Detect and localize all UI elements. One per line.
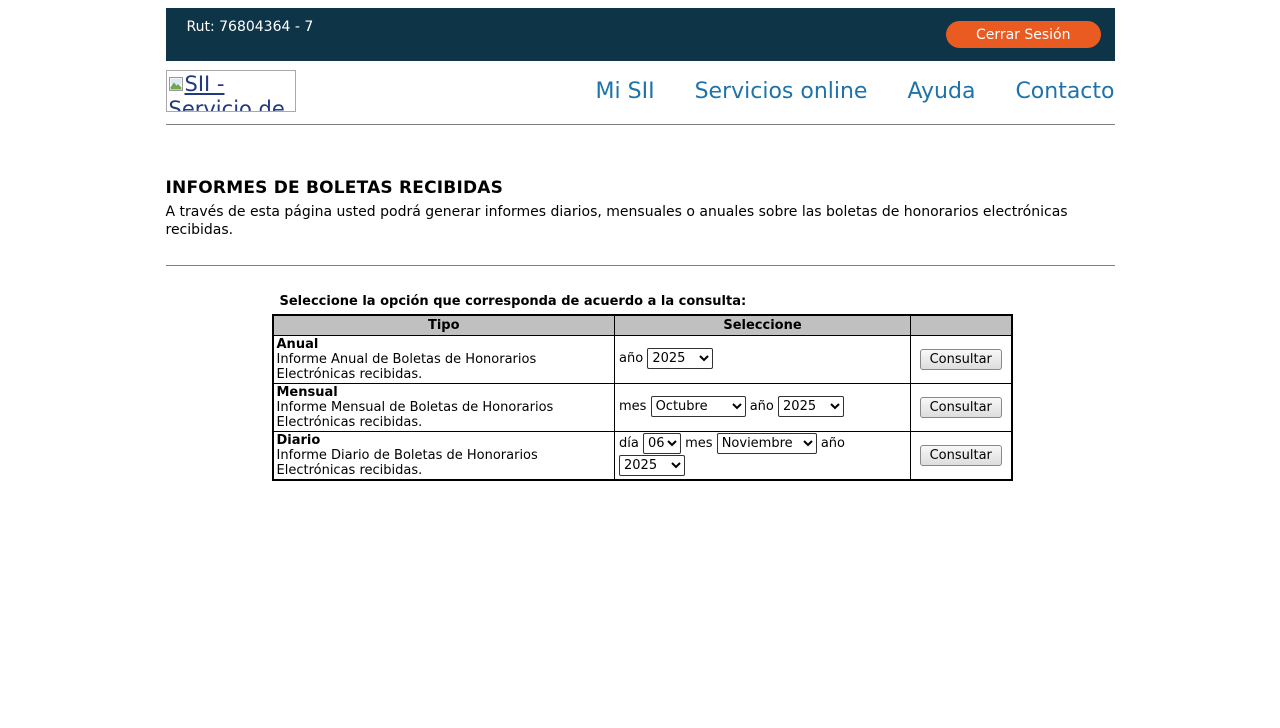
column-header-action xyxy=(911,315,1012,335)
tipo-label: Mensual xyxy=(277,385,338,400)
action-cell-anual: Consultar xyxy=(911,335,1012,383)
column-header-tipo: Tipo xyxy=(273,315,615,335)
tipo-label: Anual xyxy=(277,337,319,352)
action-cell-diario: Consultar xyxy=(911,431,1012,480)
consulta-prompt: Seleccione la opción que corresponda de … xyxy=(272,294,1115,309)
header-row: SII - Servicio de Mi SII Servicios onlin… xyxy=(166,61,1115,124)
nav-link-ayuda[interactable]: Ayuda xyxy=(907,79,975,104)
tipo-cell-mensual: Mensual Informe Mensual de Boletas de Ho… xyxy=(273,383,615,431)
informes-table: Tipo Seleccione Anual Informe Anual de B… xyxy=(272,314,1013,481)
table-header-row: Tipo Seleccione xyxy=(273,315,1012,335)
sii-logo-link[interactable]: SII - Servicio de xyxy=(166,70,296,112)
rut-label: Rut: 76804364 - 7 xyxy=(166,8,314,35)
page-container: Rut: 76804364 - 7 Cerrar Sesión SII - Se… xyxy=(166,8,1115,481)
nav-link-mi-sii[interactable]: Mi SII xyxy=(596,79,655,104)
diario-dia-select[interactable]: 06 xyxy=(643,433,681,454)
seleccione-cell-anual: año 2025 xyxy=(615,335,911,383)
mes-label: mes xyxy=(685,436,712,451)
anio-label: año xyxy=(750,399,774,414)
tipo-description: Informe Mensual de Boletas de Honorarios… xyxy=(277,400,554,430)
seleccione-cell-diario: día 06 mes Noviembre año 2025 xyxy=(615,431,911,480)
consultar-mensual-button[interactable]: Consultar xyxy=(920,397,1002,418)
anual-anio-select[interactable]: 2025 xyxy=(647,348,713,369)
page-title: INFORMES DE BOLETAS RECIBIDAS xyxy=(166,178,1115,198)
mes-label: mes xyxy=(619,399,646,414)
sii-logo-alt-text: SII - Servicio de xyxy=(169,72,285,112)
session-topbar: Rut: 76804364 - 7 Cerrar Sesión xyxy=(166,8,1115,61)
diario-anio-select[interactable]: 2025 xyxy=(619,455,685,476)
mensual-anio-select[interactable]: 2025 xyxy=(778,396,844,417)
tipo-cell-diario: Diario Informe Diario de Boletas de Hono… xyxy=(273,431,615,480)
nav-link-servicios-online[interactable]: Servicios online xyxy=(695,79,868,104)
table-row-diario: Diario Informe Diario de Boletas de Hono… xyxy=(273,431,1012,480)
broken-image-icon xyxy=(169,72,183,97)
seleccione-cell-mensual: mes Octubre año 2025 xyxy=(615,383,911,431)
page-description: A través de esta página usted podrá gene… xyxy=(166,204,1115,239)
main-nav: Mi SII Servicios online Ayuda Contacto xyxy=(596,79,1115,104)
content-divider xyxy=(166,265,1115,266)
consultar-diario-button[interactable]: Consultar xyxy=(920,445,1002,466)
table-row-mensual: Mensual Informe Mensual de Boletas de Ho… xyxy=(273,383,1012,431)
tipo-label: Diario xyxy=(277,433,321,448)
anio-label: año xyxy=(619,351,643,366)
diario-mes-select[interactable]: Noviembre xyxy=(717,433,817,454)
anio-label: año xyxy=(821,436,845,451)
nav-link-contacto[interactable]: Contacto xyxy=(1015,79,1114,104)
tipo-cell-anual: Anual Informe Anual de Boletas de Honora… xyxy=(273,335,615,383)
logout-button[interactable]: Cerrar Sesión xyxy=(946,21,1101,48)
table-row-anual: Anual Informe Anual de Boletas de Honora… xyxy=(273,335,1012,383)
consultar-anual-button[interactable]: Consultar xyxy=(920,349,1002,370)
dia-label: día xyxy=(619,436,639,451)
tipo-description: Informe Anual de Boletas de Honorarios E… xyxy=(277,352,537,382)
column-header-seleccione: Seleccione xyxy=(615,315,911,335)
action-cell-mensual: Consultar xyxy=(911,383,1012,431)
tipo-description: Informe Diario de Boletas de Honorarios … xyxy=(277,448,538,478)
consulta-section: Seleccione la opción que corresponda de … xyxy=(272,294,1115,481)
header-divider xyxy=(166,124,1115,125)
mensual-mes-select[interactable]: Octubre xyxy=(651,396,746,417)
